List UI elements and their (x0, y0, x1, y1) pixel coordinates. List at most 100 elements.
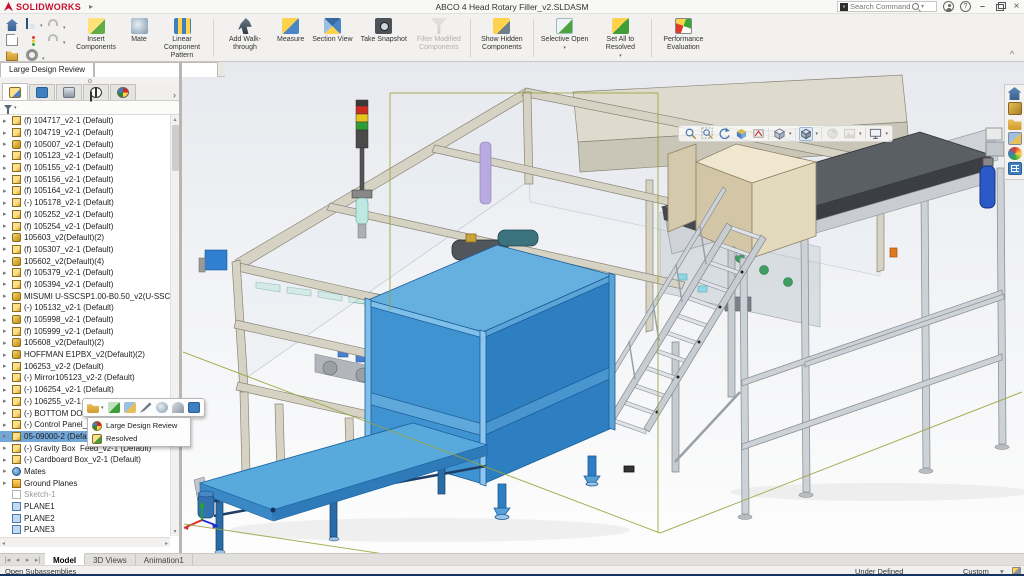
panel-tabs-overflow-icon[interactable]: › (173, 90, 176, 100)
pneumatic-cylinder[interactable] (479, 141, 492, 205)
ribbon-button[interactable]: Insert Components ▾ (68, 15, 124, 61)
open-button[interactable]: ▾ (6, 51, 18, 61)
expand-arrow-icon[interactable] (3, 292, 12, 300)
redo-button[interactable]: ▾ (48, 34, 66, 46)
tree-item[interactable]: (f) 105155_v2-1 (Default) (0, 162, 170, 174)
tree-item[interactable]: (-) 105132_v2-1 (Default) (0, 302, 170, 314)
scroll-down-icon[interactable]: ▾ (171, 528, 179, 535)
hide-component-icon[interactable] (171, 402, 184, 413)
expand-arrow-icon[interactable] (3, 374, 12, 382)
tree-item[interactable]: 105603_v2(Default)(2) (0, 232, 170, 244)
scroll-left-icon[interactable]: ◂ (2, 540, 5, 547)
tree-item[interactable]: (-) 106254_v2-1 (Default) (0, 384, 170, 396)
menu-expand-arrow-icon[interactable]: ▸ (89, 2, 93, 11)
ribbon-button[interactable]: Linear Component Pattern ▾ (154, 15, 210, 67)
expand-arrow-icon[interactable] (3, 316, 12, 324)
restore-button[interactable] (994, 1, 1006, 12)
custom-properties-icon[interactable] (1007, 162, 1022, 175)
scrollbar-thumb[interactable] (172, 125, 179, 171)
open-component-icon[interactable] (87, 404, 99, 413)
next-tab-icon[interactable] (23, 556, 32, 564)
search-icon[interactable] (912, 3, 919, 10)
login-icon[interactable] (943, 1, 954, 12)
tree-item[interactable]: (f) 105254_v2-1 (Default) (0, 220, 170, 232)
expand-arrow-icon[interactable] (3, 164, 12, 172)
tree-item[interactable]: PLANE1 (0, 501, 170, 513)
expand-arrow-icon[interactable] (3, 479, 12, 487)
dropdown-arrow-icon[interactable]: ▾ (101, 405, 104, 411)
panel-splitter[interactable] (179, 62, 182, 553)
new-document-button[interactable]: ▾ (6, 34, 18, 46)
ribbon-button[interactable]: Add Walk-through ▾ (217, 15, 273, 61)
expand-arrow-icon[interactable] (3, 187, 12, 195)
mate-icon[interactable] (155, 402, 168, 413)
tab-dimxpert-manager[interactable] (83, 84, 109, 100)
tree-item[interactable]: (f) 105156_v2-1 (Default) (0, 173, 170, 185)
tree-item[interactable]: (f) 105123_v2-1 (Default) (0, 150, 170, 162)
tree-filter[interactable]: ▾ (0, 101, 179, 115)
tree-item[interactable]: Mates (0, 466, 170, 478)
ribbon-button[interactable]: Section View ▾ (308, 15, 356, 61)
minimize-button[interactable] (977, 1, 988, 12)
tree-item[interactable]: Ground Planes (0, 477, 170, 489)
expand-arrow-icon[interactable] (3, 327, 12, 335)
ribbon-collapse-icon[interactable]: ^ (1010, 49, 1014, 59)
filter-dropdown-icon[interactable]: ▾ (14, 105, 17, 111)
options-gear-icon[interactable]: ▾ (26, 49, 45, 62)
tree-item[interactable]: 105602_v2(Default)(4) (0, 255, 170, 267)
ribbon-button[interactable]: ▾ (532, 19, 534, 57)
expand-arrow-icon[interactable] (3, 129, 12, 137)
tree-horizontal-scrollbar[interactable]: ◂ ▸ (0, 537, 170, 547)
tag-icon[interactable] (1012, 567, 1021, 574)
view-orientation-icon[interactable] (772, 127, 786, 141)
3d-viewport-scene[interactable] (180, 62, 1024, 553)
expand-arrow-icon[interactable] (3, 257, 12, 265)
tree-item[interactable]: (f) 104719_v2-1 (Default) (0, 127, 170, 139)
tab-display-manager[interactable] (110, 84, 136, 100)
expand-arrow-icon[interactable] (3, 199, 12, 207)
first-tab-icon[interactable] (3, 556, 12, 564)
ribbon-button[interactable]: Show Hidden Components ▾ (474, 15, 530, 61)
expand-arrow-icon[interactable] (3, 409, 12, 417)
component-properties-icon[interactable] (187, 402, 200, 413)
expand-arrow-icon[interactable] (3, 304, 12, 312)
save-button[interactable]: ▾ (26, 18, 43, 29)
tree-item[interactable]: 105608_v2(Default)(2) (0, 337, 170, 349)
zoom-to-area-icon[interactable] (700, 127, 714, 141)
dropdown-arrow-icon[interactable]: ▾ (886, 131, 889, 137)
view-palette-icon[interactable] (1007, 132, 1022, 145)
section-view-icon[interactable] (734, 127, 748, 141)
dropdown-arrow-icon[interactable]: ▾ (619, 53, 622, 59)
tab-feature-manager[interactable] (2, 83, 28, 100)
scroll-up-icon[interactable]: ▴ (171, 116, 179, 123)
ribbon-button[interactable]: ▾ (651, 19, 653, 57)
ribbon-button[interactable]: ▾ (213, 19, 214, 57)
dropdown-arrow-icon[interactable]: ▾ (816, 131, 819, 137)
tab-configuration-manager[interactable] (56, 84, 82, 100)
previous-view-icon[interactable] (717, 127, 731, 141)
tab-large-design-review[interactable]: Large Design Review (0, 62, 95, 77)
search-scope-icon[interactable] (840, 2, 848, 11)
set-resolved-icon[interactable] (107, 402, 120, 413)
expand-arrow-icon[interactable] (3, 421, 12, 429)
tree-item[interactable]: (f) 105379_v2-1 (Default) (0, 267, 170, 279)
tree-item[interactable]: (f) 105164_v2-1 (Default) (0, 185, 170, 197)
tree-item[interactable]: (-) Cardboard Box_v2-1 (Default) (0, 454, 170, 466)
search-commands-box[interactable]: ▾ (837, 1, 937, 12)
scroll-right-icon[interactable]: ▸ (165, 540, 168, 547)
undo-button[interactable]: ▾ (48, 19, 66, 31)
tree-item[interactable]: (f) 105998_v2-1 (Default) (0, 314, 170, 326)
expand-arrow-icon[interactable] (3, 386, 12, 394)
file-explorer-icon[interactable] (1007, 119, 1022, 130)
expand-arrow-icon[interactable] (3, 432, 12, 440)
tree-item[interactable]: 106253_v2-2 (Default) (0, 360, 170, 372)
resources-home-icon[interactable] (1007, 87, 1022, 100)
zoom-to-fit-icon[interactable] (683, 127, 697, 141)
ribbon-button[interactable]: Performance Evaluation ▾ (655, 15, 711, 61)
tab-property-manager[interactable] (29, 84, 55, 100)
display-style-icon[interactable] (798, 126, 813, 141)
ribbon-button[interactable]: Set All to Resolved ▾ (592, 15, 648, 61)
document-tab[interactable]: Animation1 (135, 554, 193, 565)
expand-arrow-icon[interactable] (3, 397, 12, 405)
tree-item[interactable]: (-) 105178_v2-1 (Default) (0, 197, 170, 209)
